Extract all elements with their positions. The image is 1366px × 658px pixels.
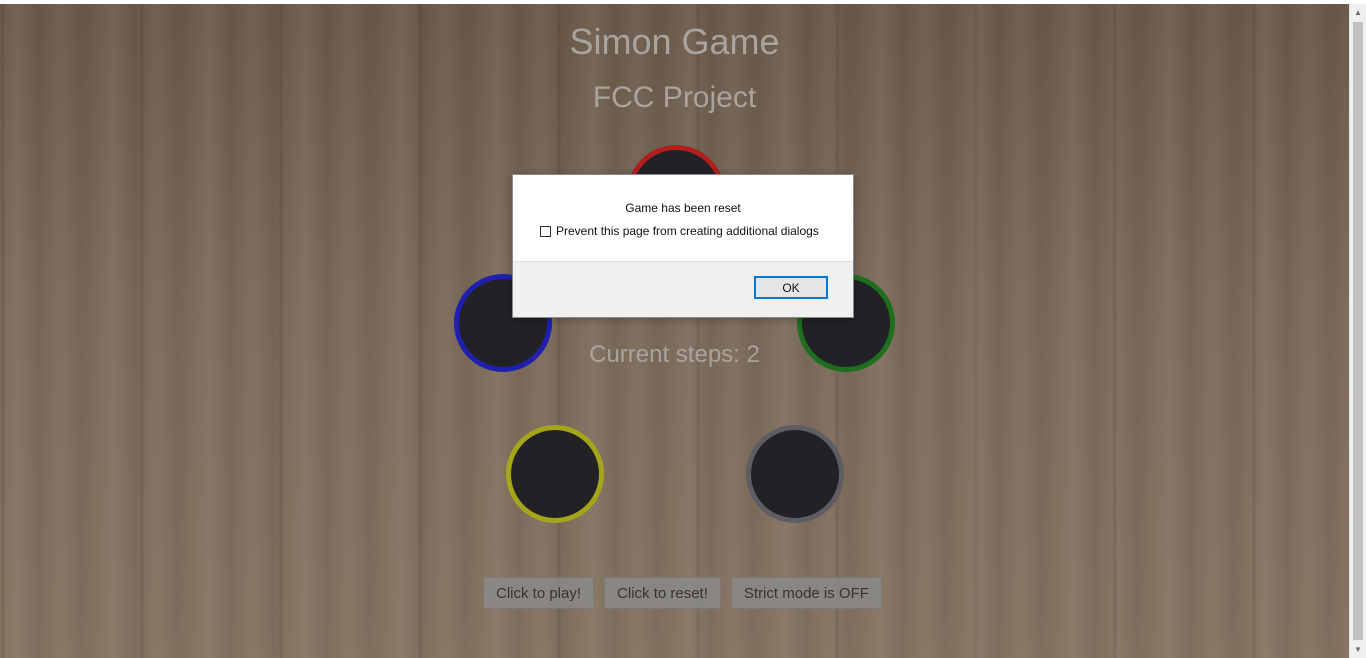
vertical-scrollbar[interactable]: ▲ ▼ — [1349, 4, 1366, 658]
game-page: Simon Game FCC Project Current steps: 2 … — [0, 4, 1349, 658]
controls-row: Click to play! Click to reset! Strict mo… — [483, 577, 882, 609]
dialog-footer: OK — [513, 261, 853, 317]
yellow-pad[interactable] — [506, 425, 604, 523]
prevent-dialogs-option[interactable]: Prevent this page from creating addition… — [540, 224, 819, 238]
scroll-thumb[interactable] — [1353, 22, 1363, 640]
browser-viewport: Simon Game FCC Project Current steps: 2 … — [0, 0, 1366, 658]
scroll-up-arrow-icon[interactable]: ▲ — [1350, 4, 1366, 21]
strict-mode-button[interactable]: Strict mode is OFF — [730, 577, 882, 609]
alert-dialog: Game has been reset Prevent this page fr… — [512, 174, 854, 318]
scroll-down-arrow-icon[interactable]: ▼ — [1350, 641, 1366, 658]
page-subtitle: FCC Project — [592, 81, 757, 114]
steps-value: 2 — [746, 341, 760, 368]
prevent-dialogs-checkbox[interactable] — [540, 225, 551, 237]
gray-pad[interactable] — [746, 425, 844, 523]
dialog-message: Game has been reset — [625, 201, 741, 215]
play-button[interactable]: Click to play! — [483, 577, 595, 609]
ok-button[interactable]: OK — [754, 276, 828, 299]
reset-button[interactable]: Click to reset! — [604, 577, 721, 609]
steps-label: Current steps: — [589, 341, 747, 368]
prevent-dialogs-label[interactable]: Prevent this page from creating addition… — [556, 224, 819, 238]
page-title: Simon Game — [569, 21, 780, 62]
current-steps-display: Current steps: 2 — [0, 341, 1349, 369]
